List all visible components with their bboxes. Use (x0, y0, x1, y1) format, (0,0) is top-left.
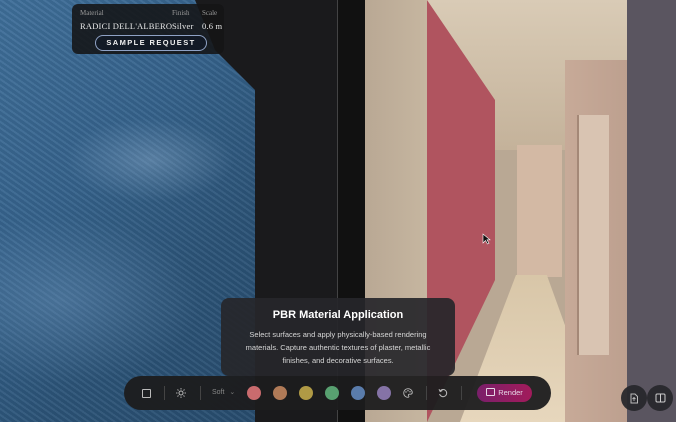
scale-label: Scale (202, 9, 218, 17)
material-info-panel: Material RADICI DELL'ALBERO Finish Silve… (72, 4, 224, 54)
softness-select[interactable]: Soft ⌄ (212, 386, 235, 400)
scale-value: 0.6 m (202, 21, 223, 31)
softness-label: Soft (212, 389, 225, 396)
app-canvas: Material RADICI DELL'ALBERO Finish Silve… (0, 0, 676, 422)
square-icon[interactable] (138, 385, 154, 401)
render-button[interactable]: Render (477, 384, 532, 402)
feature-tooltip-card: PBR Material Application Select surfaces… (221, 298, 455, 376)
room-back-wall[interactable] (517, 145, 562, 277)
split-view-icon (655, 393, 665, 403)
room-door[interactable] (577, 115, 609, 355)
color-swatch-violet[interactable] (377, 386, 391, 400)
room-door-dark[interactable] (627, 0, 676, 422)
tooltip-title: PBR Material Application (272, 309, 404, 321)
material-label: Material (80, 9, 104, 17)
chevron-down-icon: ⌄ (229, 389, 236, 396)
color-swatch-terracotta[interactable] (273, 386, 287, 400)
mouse-cursor-icon (482, 233, 491, 248)
material-value: RADICI DELL'ALBERO (80, 21, 173, 31)
sun-icon[interactable] (173, 385, 189, 401)
palette-icon[interactable] (400, 385, 416, 401)
export-button[interactable] (621, 385, 647, 411)
finish-value: Silver (172, 21, 194, 31)
color-swatch-rose[interactable] (247, 386, 261, 400)
image-icon (486, 388, 496, 396)
color-swatch-blue[interactable] (351, 386, 365, 400)
tooltip-body: Select surfaces and apply physically-bas… (245, 330, 431, 365)
color-swatch-ochre[interactable] (299, 386, 313, 400)
finish-label: Finish (172, 9, 190, 17)
bottom-toolbar: Soft ⌄ Render (124, 376, 551, 410)
render-label: Render (498, 388, 523, 397)
toolbar-divider (461, 386, 462, 400)
toolbar-divider (200, 386, 201, 400)
sample-request-button[interactable]: SAMPLE REQUEST (95, 35, 207, 51)
color-swatch-green[interactable] (325, 386, 339, 400)
toolbar-divider (426, 386, 427, 400)
reset-icon[interactable] (435, 385, 451, 401)
toolbar-divider (164, 386, 165, 400)
split-view-button[interactable] (647, 385, 673, 411)
export-icon (630, 393, 638, 403)
